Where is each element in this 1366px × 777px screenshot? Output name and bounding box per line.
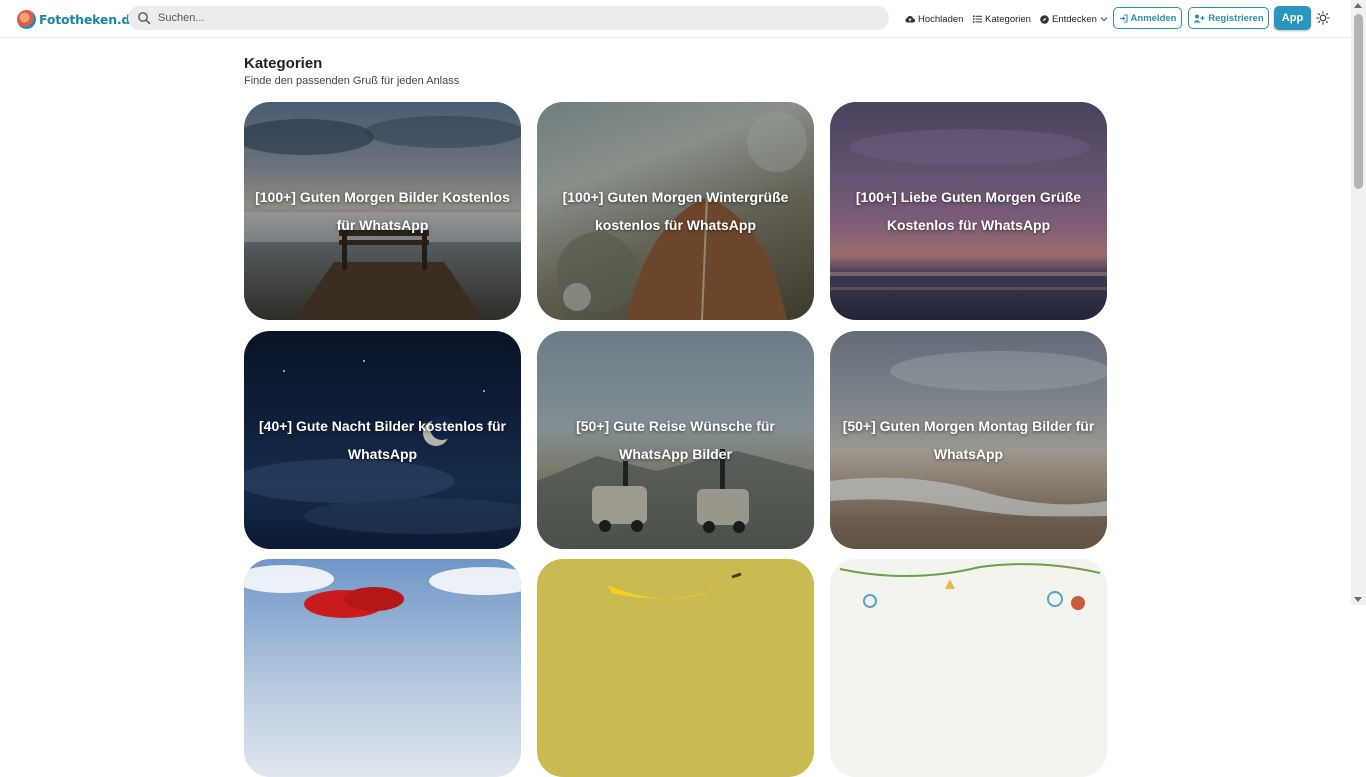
card-title: [100+] Liebe Guten Morgen Grüße Kostenlo… bbox=[855, 189, 1082, 233]
card-title: [50+] Guten Morgen Montag Bilder für Wha… bbox=[842, 418, 1095, 462]
category-card[interactable]: [100+] Liebe Guten Morgen Grüße Kostenlo… bbox=[830, 102, 1107, 320]
register-label: Registrieren bbox=[1208, 12, 1264, 24]
login-button[interactable]: Anmelden bbox=[1113, 7, 1182, 29]
cloud-upload-icon bbox=[905, 15, 915, 23]
search-input[interactable] bbox=[158, 6, 878, 30]
sign-in-icon bbox=[1119, 13, 1128, 23]
search-icon[interactable] bbox=[137, 11, 151, 25]
category-card[interactable]: [50+] Gute Reise Wünsche für WhatsApp Bi… bbox=[537, 331, 814, 549]
nav-upload-label: Hochladen bbox=[918, 13, 964, 25]
user-plus-icon bbox=[1193, 14, 1205, 22]
card-title: [100+] Guten Morgen Bilder Kostenlos für… bbox=[255, 189, 510, 233]
card-title: [100+] Guten Morgen Wintergrüße kostenlo… bbox=[562, 189, 789, 233]
category-card[interactable]: [50+] Guten Morgen Montag Bilder für Wha… bbox=[830, 331, 1107, 549]
card-title: [40+] Gute Nacht Bilder kostenlos für Wh… bbox=[259, 418, 506, 462]
banana-image bbox=[607, 572, 742, 599]
page-subtitle: Finde den passenden Gruß für jeden Anlas… bbox=[244, 75, 460, 87]
page-scrollbar[interactable] bbox=[1351, 0, 1366, 605]
compass-icon bbox=[1040, 14, 1049, 24]
login-label: Anmelden bbox=[1130, 12, 1177, 24]
birthday-decoration-image bbox=[839, 563, 1101, 610]
search-bar bbox=[128, 6, 889, 30]
category-card[interactable]: [40+] Gute Nacht Bilder kostenlos für Wh… bbox=[244, 331, 521, 549]
scroll-down-arrow-icon[interactable] bbox=[1354, 597, 1362, 602]
logo-flower-icon bbox=[17, 9, 36, 29]
scrollbar-thumb[interactable] bbox=[1354, 14, 1363, 189]
top-navigation-bar: Fototheken.de Hochladen Kategorien Entde… bbox=[0, 0, 1366, 38]
card-title: [50+] Gute Reise Wünsche für WhatsApp Bi… bbox=[576, 418, 775, 462]
site-logo[interactable]: Fototheken.de bbox=[17, 8, 139, 30]
app-button[interactable]: App bbox=[1274, 6, 1311, 30]
logo-text: Fototheken.de bbox=[39, 11, 139, 27]
page-title: Kategorien bbox=[244, 55, 323, 72]
red-tree-image bbox=[244, 565, 521, 618]
sun-icon[interactable] bbox=[1316, 11, 1330, 25]
category-card[interactable] bbox=[244, 559, 521, 777]
scroll-up-arrow-icon[interactable] bbox=[1354, 3, 1362, 8]
category-card[interactable]: [100+] Guten Morgen Wintergrüße kostenlo… bbox=[537, 102, 814, 320]
chevron-down-icon bbox=[1100, 17, 1108, 22]
nav-categories-label: Kategorien bbox=[985, 13, 1031, 25]
category-card[interactable] bbox=[537, 559, 814, 777]
category-card[interactable]: [100+] Guten Morgen Bilder Kostenlos für… bbox=[244, 102, 521, 320]
nav-categories[interactable]: Kategorien bbox=[973, 0, 1031, 38]
list-icon bbox=[973, 15, 982, 23]
nav-discover-dropdown[interactable]: Entdecken bbox=[1040, 0, 1108, 38]
category-card[interactable] bbox=[830, 559, 1107, 777]
register-button[interactable]: Registrieren bbox=[1188, 7, 1269, 29]
nav-upload[interactable]: Hochladen bbox=[905, 0, 963, 38]
nav-discover-label: Entdecken bbox=[1052, 13, 1097, 25]
